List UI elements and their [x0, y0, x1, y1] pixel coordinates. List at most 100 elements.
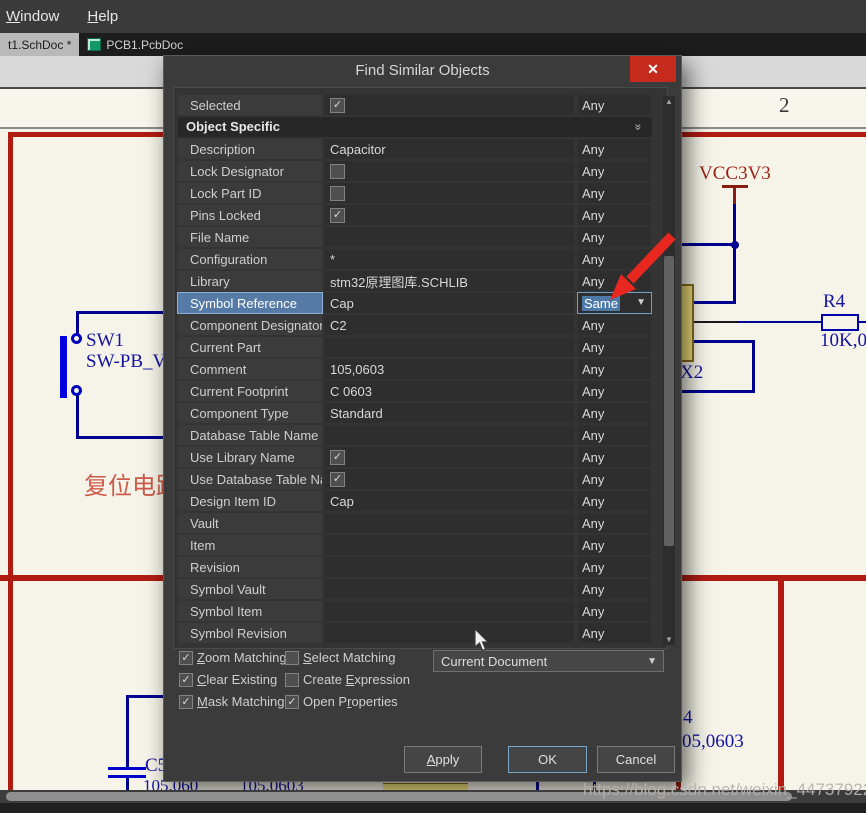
- property-value-cell[interactable]: [324, 227, 574, 247]
- scope-dropdown[interactable]: Current Document ▼: [433, 650, 664, 672]
- match-criteria-cell[interactable]: Any: [578, 513, 651, 533]
- match-criteria-cell[interactable]: Any: [578, 337, 651, 357]
- property-value-cell[interactable]: [324, 183, 574, 203]
- option-checkbox[interactable]: ✓: [285, 695, 299, 709]
- property-row[interactable]: Current Footprint C 0603 Any: [178, 381, 652, 401]
- match-criteria-cell[interactable]: Any: [578, 403, 651, 423]
- ok-button[interactable]: OK: [508, 746, 587, 773]
- option-mask-matching[interactable]: ✓Mask Matching: [179, 694, 285, 709]
- match-criteria-cell[interactable]: Any: [578, 161, 651, 181]
- property-row[interactable]: Database Table Name Any: [178, 425, 652, 445]
- property-value-cell[interactable]: [324, 579, 574, 599]
- property-value-cell[interactable]: ✓: [324, 447, 574, 467]
- match-criteria-cell[interactable]: Any: [578, 315, 651, 335]
- property-row[interactable]: Selected ✓ Any: [178, 95, 652, 115]
- property-row[interactable]: Symbol Item Any: [178, 601, 652, 621]
- property-row[interactable]: Pins Locked ✓ Any: [178, 205, 652, 225]
- tab-schdoc[interactable]: t1.SchDoc *: [0, 33, 79, 56]
- menu-window[interactable]: Window: [6, 8, 59, 25]
- value-checkbox[interactable]: [330, 164, 345, 179]
- property-value-cell[interactable]: [324, 337, 574, 357]
- match-criteria-cell[interactable]: Any: [578, 579, 651, 599]
- apply-button[interactable]: Apply: [404, 746, 482, 773]
- value-checkbox[interactable]: ✓: [330, 208, 345, 223]
- option-clear-existing[interactable]: ✓Clear Existing: [179, 672, 285, 687]
- property-row[interactable]: Library stm32原理图库.SCHLIB Any: [178, 271, 652, 291]
- menu-help[interactable]: Help: [87, 8, 118, 25]
- value-checkbox[interactable]: [330, 186, 345, 201]
- option-checkbox[interactable]: ✓: [179, 651, 193, 665]
- property-value-cell[interactable]: Standard: [324, 403, 574, 423]
- property-row[interactable]: Comment 105,0603 Any: [178, 359, 652, 379]
- match-criteria-cell[interactable]: Any: [578, 205, 651, 225]
- property-value-cell[interactable]: ✓: [324, 469, 574, 489]
- property-value-cell[interactable]: C2: [324, 315, 574, 335]
- match-criteria-cell[interactable]: Any: [578, 447, 651, 467]
- match-criteria-cell[interactable]: Any: [578, 359, 651, 379]
- option-checkbox[interactable]: ✓: [179, 673, 193, 687]
- match-criteria-cell[interactable]: Any: [578, 95, 651, 115]
- property-value-cell[interactable]: 105,0603: [324, 359, 574, 379]
- property-row[interactable]: Item Any: [178, 535, 652, 555]
- property-row[interactable]: Description Capacitor Any: [178, 139, 652, 159]
- option-open-properties[interactable]: ✓Open Properties: [285, 694, 410, 709]
- match-criteria-cell[interactable]: Any: [578, 139, 651, 159]
- property-value-cell[interactable]: ✓: [324, 95, 574, 115]
- match-criteria-cell[interactable]: Any: [578, 381, 651, 401]
- property-value-cell[interactable]: *: [324, 249, 574, 269]
- option-checkbox[interactable]: ✓: [179, 695, 193, 709]
- property-row[interactable]: File Name Any: [178, 227, 652, 247]
- property-row[interactable]: Design Item ID Cap Any: [178, 491, 652, 511]
- property-row[interactable]: Symbol Vault Any: [178, 579, 652, 599]
- option-create-expression[interactable]: Create Expression: [285, 672, 410, 687]
- property-value-cell[interactable]: stm32原理图库.SCHLIB: [324, 271, 574, 291]
- property-row[interactable]: Lock Designator Any: [178, 161, 652, 181]
- property-value-cell[interactable]: [324, 535, 574, 555]
- property-value-cell[interactable]: [324, 161, 574, 181]
- section-header[interactable]: Object Specific»: [178, 117, 652, 137]
- match-criteria-cell[interactable]: Any: [578, 557, 651, 577]
- property-row[interactable]: Use Library Name ✓ Any: [178, 447, 652, 467]
- property-value-cell[interactable]: C 0603: [324, 381, 574, 401]
- property-row[interactable]: Symbol Revision Any: [178, 623, 652, 643]
- property-row[interactable]: Current Part Any: [178, 337, 652, 357]
- cancel-button[interactable]: Cancel: [597, 746, 675, 773]
- property-row[interactable]: Vault Any: [178, 513, 652, 533]
- value-checkbox[interactable]: ✓: [330, 472, 345, 487]
- property-value-cell[interactable]: Capacitor: [324, 139, 574, 159]
- scroll-down-arrow[interactable]: ▼: [663, 634, 675, 645]
- collapse-chevron-icon[interactable]: »: [632, 124, 646, 131]
- property-value-cell[interactable]: Cap: [324, 491, 574, 511]
- match-criteria-cell[interactable]: Any: [578, 183, 651, 203]
- tab-pcbdoc[interactable]: PCB1.PcbDoc: [79, 33, 191, 56]
- property-row[interactable]: Component Type Standard Any: [178, 403, 652, 423]
- option-checkbox[interactable]: [285, 673, 299, 687]
- property-value-cell[interactable]: [324, 557, 574, 577]
- match-criteria-cell[interactable]: Any: [578, 601, 651, 621]
- property-row[interactable]: Configuration * Any: [178, 249, 652, 269]
- property-row[interactable]: Revision Any: [178, 557, 652, 577]
- grid-vertical-scrollbar[interactable]: ▲ ▼: [663, 96, 675, 645]
- match-criteria-cell[interactable]: Any: [578, 491, 651, 511]
- property-row[interactable]: Use Database Table Nar ✓ Any: [178, 469, 652, 489]
- property-value-cell[interactable]: [324, 623, 574, 643]
- match-criteria-cell[interactable]: Any: [578, 535, 651, 555]
- value-checkbox[interactable]: ✓: [330, 450, 345, 465]
- value-checkbox[interactable]: ✓: [330, 98, 345, 113]
- property-value-cell[interactable]: Cap: [324, 293, 574, 313]
- property-row[interactable]: Component Designator C2 Any: [178, 315, 652, 335]
- match-criteria-cell[interactable]: Any: [578, 623, 651, 643]
- match-criteria-cell[interactable]: Any: [578, 425, 651, 445]
- property-value-cell[interactable]: [324, 601, 574, 621]
- option-zoom-matching[interactable]: ✓Zoom Matching: [179, 650, 285, 665]
- scroll-up-arrow[interactable]: ▲: [663, 96, 675, 107]
- match-criteria-cell[interactable]: Any: [578, 469, 651, 489]
- option-select-matching[interactable]: Select Matching: [285, 650, 410, 665]
- property-row[interactable]: Lock Part ID Any: [178, 183, 652, 203]
- property-row[interactable]: Symbol Reference Cap Same▼: [178, 293, 652, 313]
- close-button[interactable]: ✕: [630, 56, 676, 82]
- property-value-cell[interactable]: [324, 425, 574, 445]
- property-value-cell[interactable]: [324, 513, 574, 533]
- property-value-cell[interactable]: ✓: [324, 205, 574, 225]
- option-checkbox[interactable]: [285, 651, 299, 665]
